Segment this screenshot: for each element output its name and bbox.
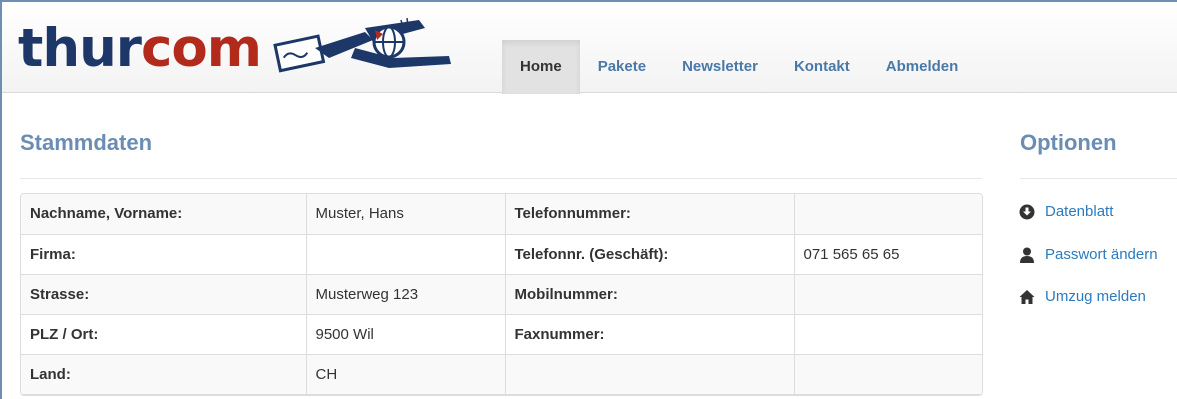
label-land: Land: [21, 353, 307, 395]
value-land: CH [305, 353, 506, 395]
label-telefon: Telefonnummer: [504, 194, 795, 235]
label-strasse: Strasse: [21, 273, 307, 315]
value-empty [793, 353, 982, 395]
nav-kontakt[interactable]: Kontakt [776, 40, 868, 94]
label-fax: Faxnummer: [504, 313, 795, 355]
value-telefon [793, 194, 982, 235]
value-firma [305, 233, 506, 275]
navbar: thur com Home Pakete Newsletter Kontakt A [2, 2, 1177, 94]
table-row: Nachname, Vorname: Muster, Hans Telefonn… [21, 194, 982, 235]
label-empty [504, 353, 795, 395]
label-plz-ort: PLZ / Ort: [21, 313, 307, 355]
table-row: Land: CH [21, 353, 982, 395]
value-name: Muster, Hans [305, 194, 506, 235]
page-title: Stammdaten [20, 130, 153, 155]
option-label: Umzug melden [1045, 288, 1146, 305]
option-label: Passwort ändern [1045, 246, 1158, 263]
label-telefon-geschaeft: Telefonnr. (Geschäft): [504, 233, 795, 275]
title-divider [20, 178, 982, 179]
home-icon [1019, 289, 1035, 304]
user-icon [1020, 247, 1034, 263]
label-firma: Firma: [21, 233, 307, 275]
download-circle-icon [1019, 204, 1035, 219]
nav-home[interactable]: Home [502, 40, 580, 94]
value-mobil [793, 273, 982, 315]
nav-abmelden[interactable]: Abmelden [868, 40, 977, 94]
option-passwort-aendern[interactable]: Passwort ändern [1019, 246, 1158, 263]
table-row: Firma: Telefonnr. (Geschäft): 071 565 65… [21, 233, 982, 275]
nav-newsletter[interactable]: Newsletter [664, 40, 776, 94]
label-mobil: Mobilnummer: [504, 273, 795, 315]
sidebar-title: Optionen [1020, 130, 1117, 155]
option-umzug-melden[interactable]: Umzug melden [1019, 288, 1146, 305]
main-nav: Home Pakete Newsletter Kontakt Abmelden [502, 40, 976, 94]
value-telefon-geschaeft: 071 565 65 65 [793, 233, 982, 275]
label-name: Nachname, Vorname: [21, 194, 307, 235]
nav-pakete[interactable]: Pakete [580, 40, 664, 94]
value-strasse: Musterweg 123 [305, 273, 506, 315]
table-row: PLZ / Ort: 9500 Wil Faxnummer: [21, 313, 982, 355]
mail-figure-icon [273, 18, 451, 73]
value-plz-ort: 9500 Wil [305, 313, 506, 355]
option-datenblatt[interactable]: Datenblatt [1019, 203, 1113, 220]
logo-text-thur: thur [18, 17, 142, 79]
table-row: Strasse: Musterweg 123 Mobilnummer: [21, 273, 982, 315]
stammdaten-table: Nachname, Vorname: Muster, Hans Telefonn… [20, 193, 983, 396]
value-fax [793, 313, 982, 355]
logo[interactable]: thur com [18, 18, 459, 78]
logo-text-com: com [140, 17, 262, 79]
sidebar-divider [1020, 178, 1177, 179]
option-label: Datenblatt [1045, 203, 1114, 220]
